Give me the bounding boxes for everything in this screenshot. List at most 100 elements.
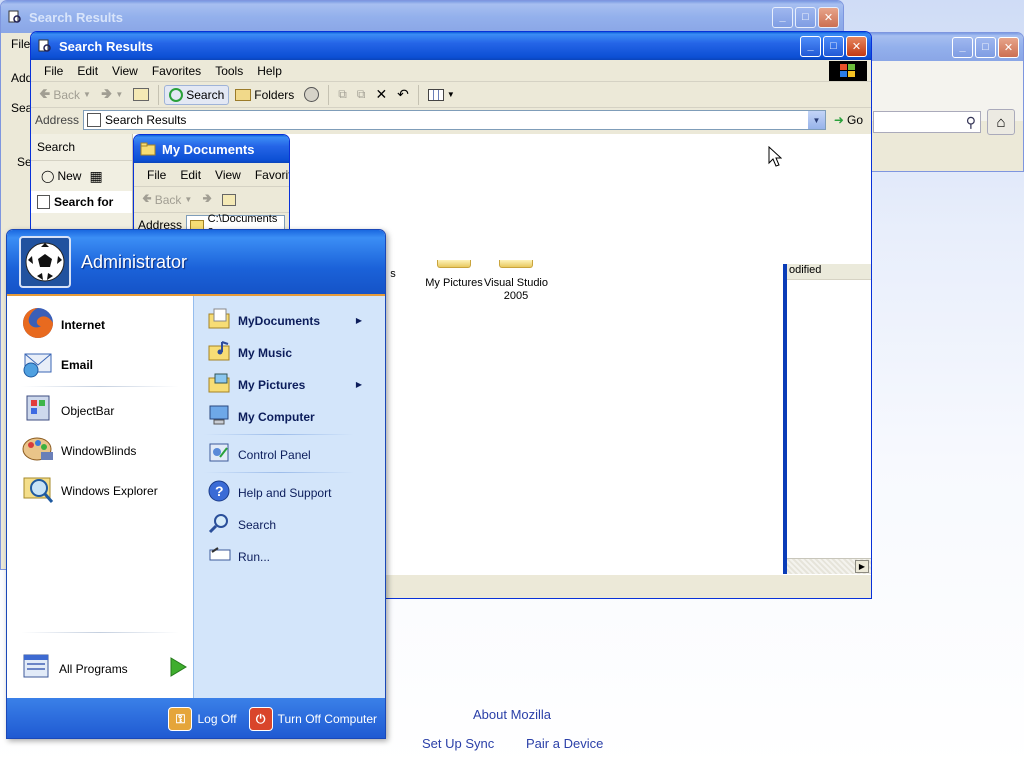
forward-button[interactable]: 🢂 ▼ (97, 81, 127, 109)
up-folder-button[interactable] (218, 192, 240, 208)
pinned-email[interactable]: Email (21, 346, 93, 383)
folder-visual-studio[interactable]: Visual Studio 2005 (477, 260, 555, 303)
details-column: odified ▶ (783, 264, 871, 598)
menu-favorites[interactable]: Favorites (145, 64, 208, 78)
power-icon: ⏻ (248, 707, 273, 731)
my-documents-titlebar[interactable]: My Documents (134, 135, 289, 163)
menu-favorites[interactable]: Favorite (248, 168, 289, 182)
search[interactable]: Search (208, 512, 276, 537)
undo-button[interactable]: ↶ (393, 84, 413, 105)
history-button[interactable] (300, 85, 323, 104)
maximize-button[interactable]: □ (795, 6, 816, 28)
svg-text:?: ? (215, 483, 224, 499)
my-pictures-icon (208, 372, 232, 397)
horizontal-scrollbar[interactable]: ▶ (787, 558, 871, 574)
recent-label: WindowBlinds (61, 443, 137, 458)
address-bar: Address Search Results ▼ ➜ Go (31, 108, 871, 132)
place-my-music[interactable]: My Music (208, 340, 292, 365)
log-off-button[interactable]: ⚿ Log Off (168, 707, 237, 731)
go-button[interactable]: ➜ Go (830, 111, 867, 129)
place-my-computer[interactable]: My Computer (208, 404, 315, 429)
views-button[interactable]: ▼ (424, 87, 459, 103)
delete-button[interactable]: ✕ (371, 84, 391, 105)
close-button[interactable]: ✕ (846, 35, 867, 57)
status-bar (383, 574, 871, 598)
menu-file[interactable]: File (140, 168, 173, 182)
folder-icon (437, 260, 471, 268)
separator (21, 632, 179, 633)
up-folder-button[interactable] (129, 86, 153, 103)
about-mozilla-link[interactable]: About Mozilla (473, 707, 551, 722)
pair-device-link[interactable]: Pair a Device (526, 736, 603, 751)
search-label: Search (186, 87, 225, 102)
place-label: My Music (238, 345, 293, 360)
my-documents-icon (208, 308, 232, 333)
place-label: Search (238, 517, 277, 532)
recent-windows-explorer[interactable]: Windows Explorer (21, 472, 158, 509)
start-menu-left: Internet Email ObjectBar WindowBlinds Wi… (7, 296, 193, 698)
address-label: Address (35, 113, 80, 127)
menu-view[interactable]: View (208, 168, 248, 182)
close-button[interactable]: ✕ (818, 6, 839, 28)
menu-help[interactable]: Help (250, 64, 289, 78)
file-icon[interactable]: s (383, 260, 403, 280)
move-to-button[interactable]: ⧉ (334, 85, 351, 104)
new-button[interactable]: ◯ New (37, 167, 85, 185)
minimize-button[interactable]: _ (952, 36, 973, 58)
my-music-icon (208, 340, 232, 365)
copy-to-button[interactable]: ⧉ (353, 85, 370, 104)
search-icon (169, 87, 184, 102)
run-icon (208, 544, 232, 569)
address-dropdown[interactable]: ▼ (807, 111, 825, 129)
standard-toolbar: 🢀 Back ▼ 🢂 (134, 187, 289, 213)
chevron-down-icon: ▼ (83, 90, 91, 99)
back-button[interactable]: 🢀 Back ▼ (35, 81, 95, 109)
maximize-button[interactable]: □ (823, 35, 844, 57)
maximize-button[interactable]: □ (975, 36, 996, 58)
separator (204, 434, 354, 435)
search-field[interactable]: ⚲ (873, 111, 981, 133)
menu-edit[interactable]: Edit (70, 64, 105, 78)
search-icon[interactable]: ⚲ (966, 114, 976, 131)
close-button[interactable]: ✕ (998, 36, 1019, 58)
go-label: Go (846, 113, 863, 127)
recent-windowblinds[interactable]: WindowBlinds (21, 432, 136, 469)
place-label: Help and Support (238, 485, 332, 500)
minimize-button[interactable]: _ (772, 6, 793, 28)
menu-edit[interactable]: Edit (173, 168, 208, 182)
folders-button[interactable]: Folders (231, 86, 298, 104)
back-button[interactable]: 🢀 Back ▼ (138, 187, 196, 212)
minimize-button[interactable]: _ (800, 35, 821, 57)
run[interactable]: Run... (208, 544, 270, 569)
help-and-support[interactable]: ? Help and Support (208, 480, 331, 505)
chevron-right-icon[interactable]: ▶ (855, 560, 869, 573)
recent-objectbar[interactable]: ObjectBar (21, 392, 114, 429)
folder-icon (140, 141, 156, 157)
back-titlebar[interactable]: Search Results _ □ ✕ (1, 1, 843, 33)
separator (417, 84, 419, 105)
folders-icon (235, 88, 252, 101)
menu-view[interactable]: View (105, 64, 145, 78)
column-header-modified[interactable]: odified (787, 264, 871, 280)
user-avatar[interactable] (19, 236, 71, 288)
pinned-internet[interactable]: Internet (21, 306, 105, 343)
all-programs-button[interactable]: All Programs (21, 652, 187, 685)
search-doc-icon (37, 195, 50, 209)
place-label: My Computer (238, 409, 315, 424)
address-field[interactable]: Search Results ▼ (83, 110, 826, 130)
forward-button[interactable]: 🢂 (198, 187, 216, 212)
turn-off-button[interactable]: ⏻ Turn Off Computer (248, 707, 377, 731)
home-button[interactable]: ⌂ (987, 109, 1015, 135)
set-up-sync-link[interactable]: Set Up Sync (422, 736, 494, 751)
menu-tools[interactable]: Tools (208, 64, 250, 78)
place-my-documents[interactable]: MyDocuments ▶ (208, 308, 374, 333)
place-my-pictures[interactable]: My Pictures ▶ (208, 372, 374, 397)
control-panel[interactable]: Control Panel (208, 442, 311, 467)
place-label: Control Panel (238, 447, 311, 462)
main-titlebar[interactable]: Search Results _ □ ✕ (31, 32, 871, 60)
menu-file[interactable]: File (37, 64, 70, 78)
search-button[interactable]: Search (164, 84, 230, 105)
chevron-right-icon: ▶ (355, 316, 362, 325)
move-to-icon: ⧉ (338, 87, 347, 101)
place-label: Run... (238, 549, 271, 564)
